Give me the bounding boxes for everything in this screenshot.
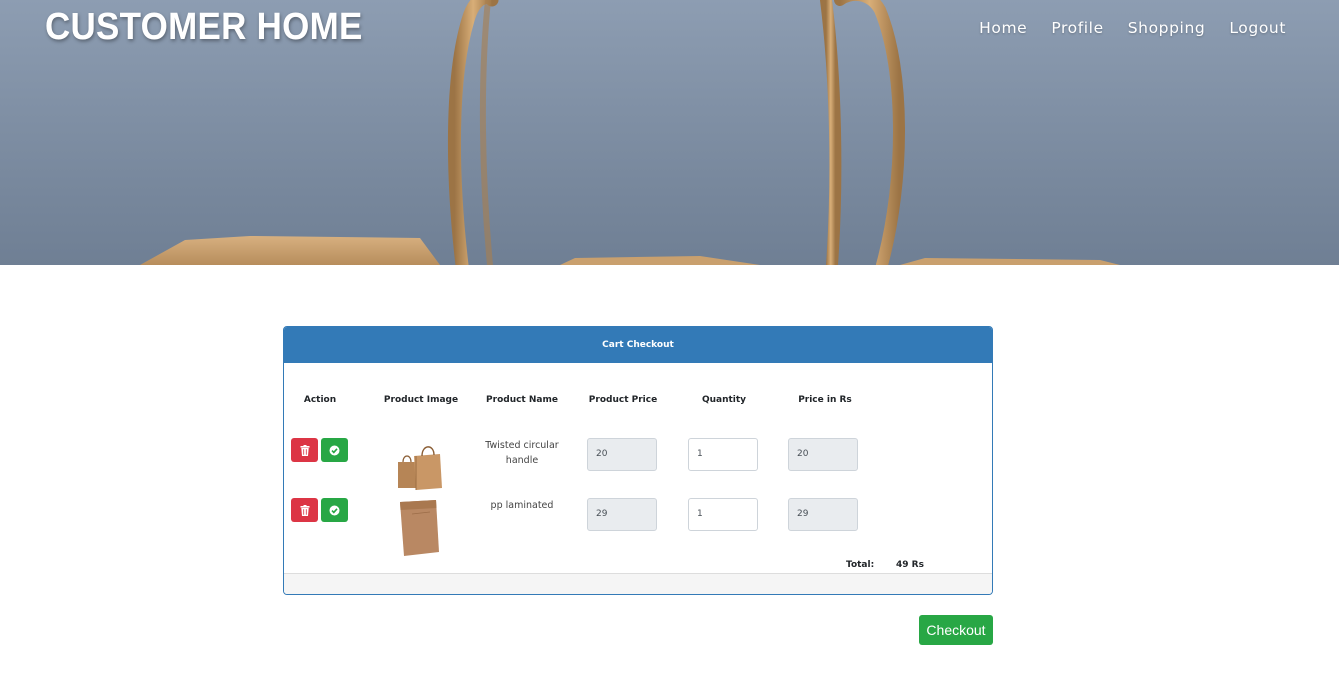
product-name: pp laminated: [490, 500, 554, 511]
product-name: Twisted circular handle: [485, 440, 559, 466]
product-price-field: 20: [587, 438, 657, 471]
checkout-button[interactable]: Checkout: [919, 615, 993, 645]
cart-row: Twisted circular handle 20 1 20: [284, 438, 992, 498]
cart-checkout-card: Cart Checkout Action Product Image Produ…: [283, 326, 993, 595]
column-header-product-image: Product Image: [383, 395, 459, 405]
trash-icon: [300, 504, 309, 516]
product-image: [400, 500, 439, 556]
total-value: 49 Rs: [896, 560, 924, 570]
line-total-field: 20: [788, 438, 858, 471]
total-label: Total:: [846, 560, 875, 570]
column-header-quantity: Quantity: [701, 395, 747, 405]
hero-banner: CUSTOMER HOME Home Profile Shopping Logo…: [0, 0, 1339, 265]
nav-home[interactable]: Home: [979, 19, 1027, 37]
nav-shopping[interactable]: Shopping: [1128, 19, 1206, 37]
check-circle-icon: [329, 445, 340, 455]
card-footer: [284, 573, 992, 594]
quantity-input[interactable]: 1: [688, 438, 758, 471]
column-header-product-price: Product Price: [588, 395, 658, 405]
nav-logout[interactable]: Logout: [1229, 19, 1286, 37]
product-image: [398, 446, 442, 490]
main-nav: Home Profile Shopping Logout: [955, 19, 1286, 37]
quantity-input[interactable]: 1: [688, 498, 758, 531]
delete-item-button[interactable]: [291, 438, 318, 462]
confirm-item-button[interactable]: [321, 438, 348, 462]
check-circle-icon: [329, 505, 340, 515]
trash-icon: [300, 444, 309, 456]
nav-profile[interactable]: Profile: [1051, 19, 1103, 37]
column-header-price-in-rs: Price in Rs: [798, 395, 852, 405]
cart-row: pp laminated 29 1 29: [284, 498, 992, 558]
delete-item-button[interactable]: [291, 498, 318, 522]
confirm-item-button[interactable]: [321, 498, 348, 522]
column-header-product-name: Product Name: [486, 395, 558, 405]
page-title: CUSTOMER HOME: [45, 6, 363, 48]
card-title: Cart Checkout: [284, 327, 992, 363]
line-total-field: 29: [788, 498, 858, 531]
product-price-field: 29: [587, 498, 657, 531]
column-header-action: Action: [303, 395, 337, 405]
